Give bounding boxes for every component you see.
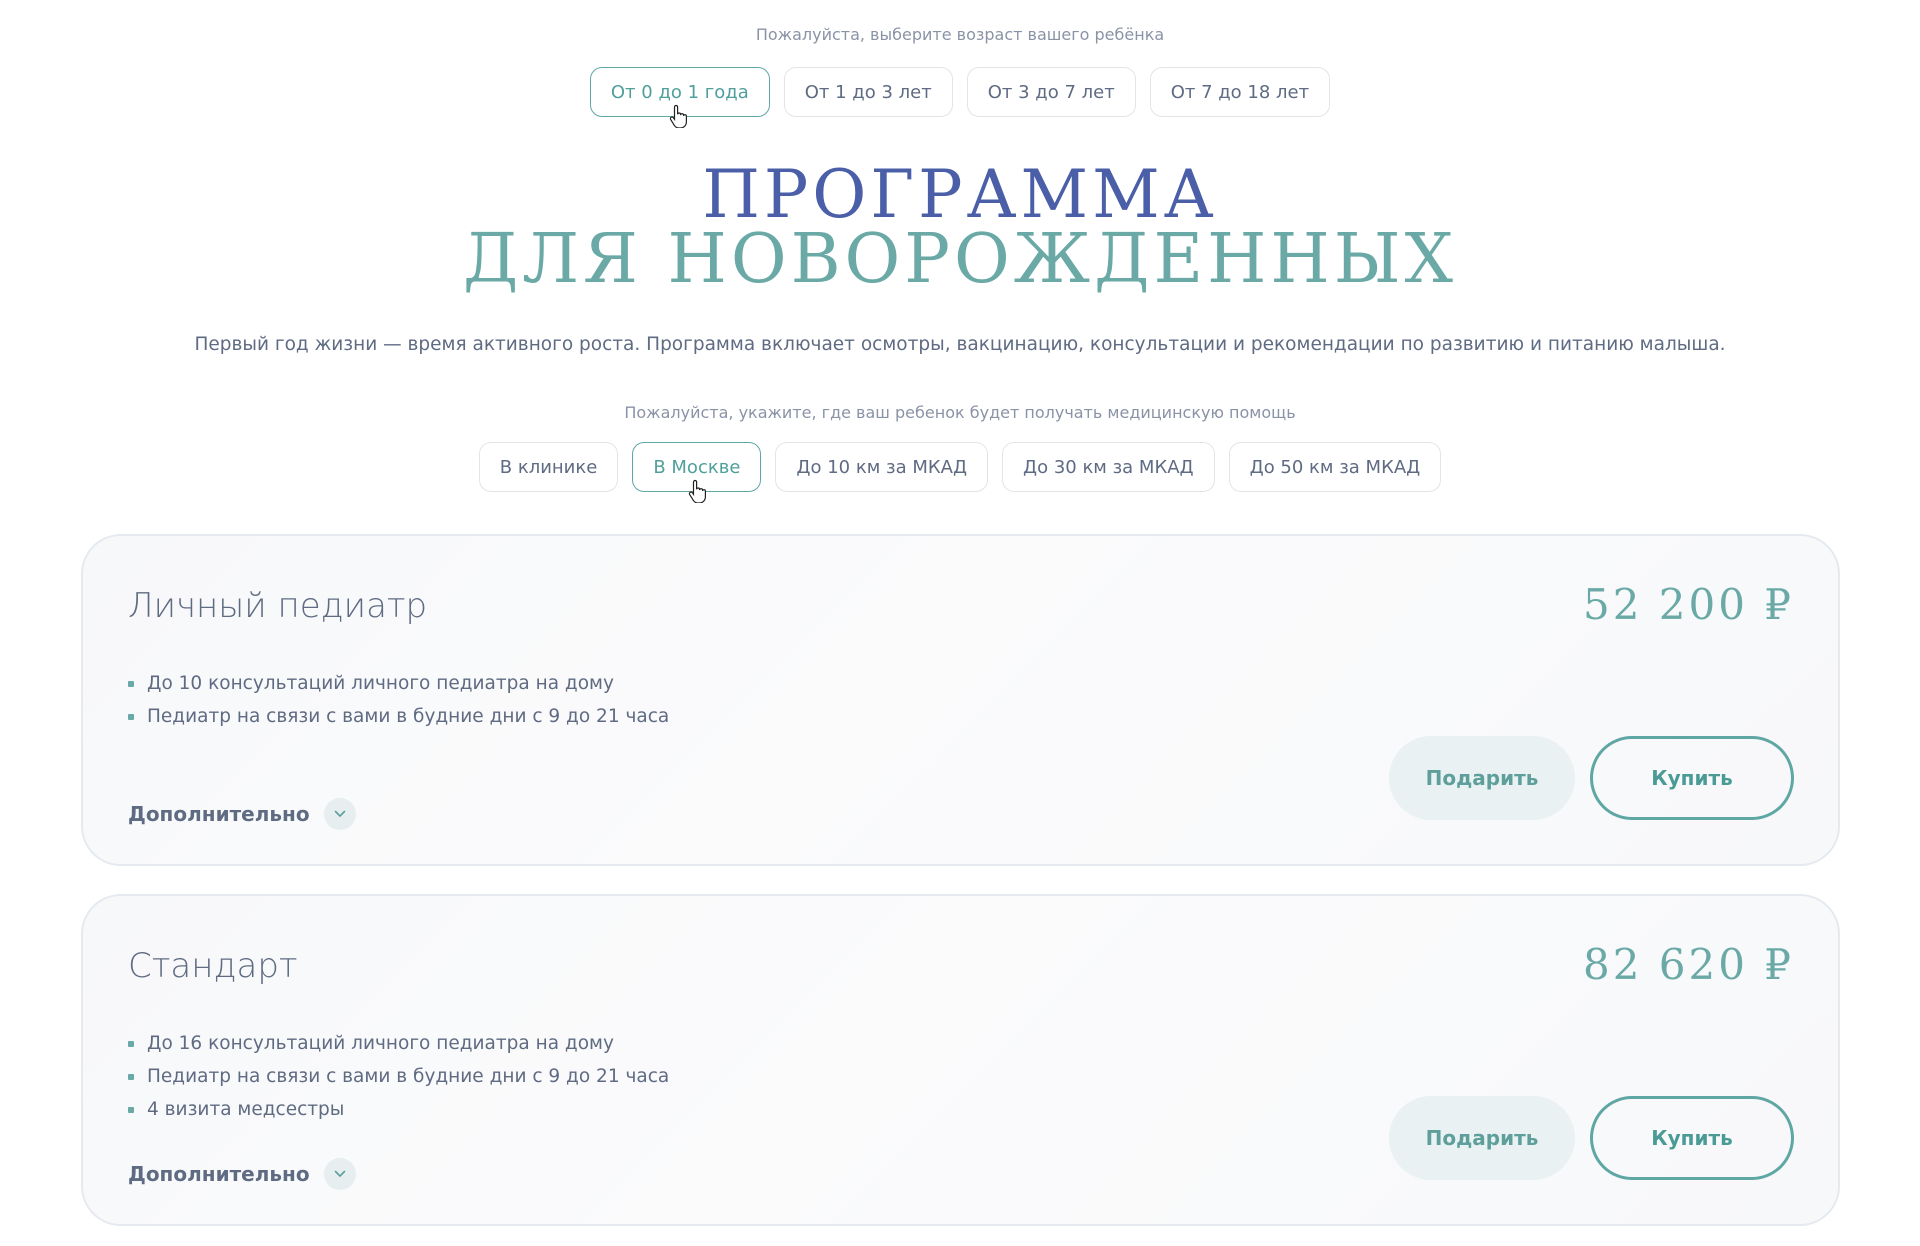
plan-name: Стандарт <box>128 946 298 986</box>
location-option-label: До 50 км за МКАД <box>1249 456 1421 478</box>
hand-pointer-icon <box>688 479 708 508</box>
plan-price: 82 620 ₽ <box>1582 940 1794 989</box>
more-details-toggle[interactable]: Дополнительно <box>128 798 356 830</box>
location-option-label: В клинике <box>499 456 598 478</box>
age-option-label: От 1 до 3 лет <box>804 81 932 103</box>
location-option-label: В Москве <box>653 456 741 478</box>
hand-pointer-icon <box>669 104 689 133</box>
location-option-moscow[interactable]: В Москве <box>632 442 762 504</box>
program-title-line2: ДЛЯ НОВОРОЖДЕННЫХ <box>462 220 1458 299</box>
chevron-down-icon <box>323 798 356 830</box>
location-option-label: До 30 км за МКАД <box>1023 456 1194 478</box>
more-details-toggle[interactable]: Дополнительно <box>128 1158 356 1190</box>
feature-item: Педиатр на связи с вами в будние дни с 9… <box>128 705 669 728</box>
gift-button[interactable]: Подарить <box>1389 736 1575 820</box>
plan-price: 52 200 ₽ <box>1582 580 1794 629</box>
feature-item: До 10 консультаций личного педиатра на д… <box>128 672 669 695</box>
feature-item: 4 визита медсестры <box>128 1098 669 1121</box>
age-option-1-3[interactable]: От 1 до 3 лет <box>783 67 953 117</box>
age-option-label: От 3 до 7 лет <box>987 81 1115 103</box>
age-option-0-1[interactable]: От 0 до 1 года <box>589 67 770 129</box>
age-option-7-18[interactable]: От 7 до 18 лет <box>1149 67 1331 117</box>
program-description: Первый год жизни — время активного роста… <box>194 334 1726 355</box>
chevron-down-icon <box>323 1158 356 1190</box>
plan-card-personal-pediatrician: Личный педиатр 52 200 ₽ До 10 консультац… <box>81 534 1840 866</box>
age-option-label: От 0 до 1 года <box>610 81 749 103</box>
age-option-3-7[interactable]: От 3 до 7 лет <box>966 67 1136 117</box>
age-option-label: От 7 до 18 лет <box>1170 81 1310 103</box>
more-details-label: Дополнительно <box>128 802 310 826</box>
feature-item: Педиатр на связи с вами в будние дни с 9… <box>128 1065 669 1088</box>
feature-item: До 16 консультаций личного педиатра на д… <box>128 1032 669 1055</box>
buy-button[interactable]: Купить <box>1590 1096 1794 1180</box>
plan-name: Личный педиатр <box>128 586 428 626</box>
age-selector: От 0 до 1 года От 1 до 3 лет От 3 до 7 л… <box>0 67 1920 129</box>
location-selector: В клинике В Москве До 10 км за МКАД До 3… <box>0 442 1920 504</box>
plan-card-standard: Стандарт 82 620 ₽ До 16 консультаций лич… <box>81 894 1840 1226</box>
location-option-30km[interactable]: До 30 км за МКАД <box>1002 442 1215 492</box>
program-title-line1: ПРОГРАММА <box>702 156 1218 233</box>
plan-features: До 16 консультаций личного педиатра на д… <box>128 1032 669 1131</box>
location-option-label: До 10 км за МКАД <box>796 456 968 478</box>
location-option-10km[interactable]: До 10 км за МКАД <box>775 442 989 492</box>
gift-button[interactable]: Подарить <box>1389 1096 1575 1180</box>
location-hint: Пожалуйста, укажите, где ваш ребенок буд… <box>624 403 1296 422</box>
location-option-50km[interactable]: До 50 км за МКАД <box>1228 442 1442 492</box>
age-hint: Пожалуйста, выберите возраст вашего ребё… <box>755 25 1165 44</box>
more-details-label: Дополнительно <box>128 1162 310 1186</box>
buy-button[interactable]: Купить <box>1590 736 1794 820</box>
plan-features: До 10 консультаций личного педиатра на д… <box>128 672 669 738</box>
location-option-clinic[interactable]: В клинике <box>478 442 619 492</box>
